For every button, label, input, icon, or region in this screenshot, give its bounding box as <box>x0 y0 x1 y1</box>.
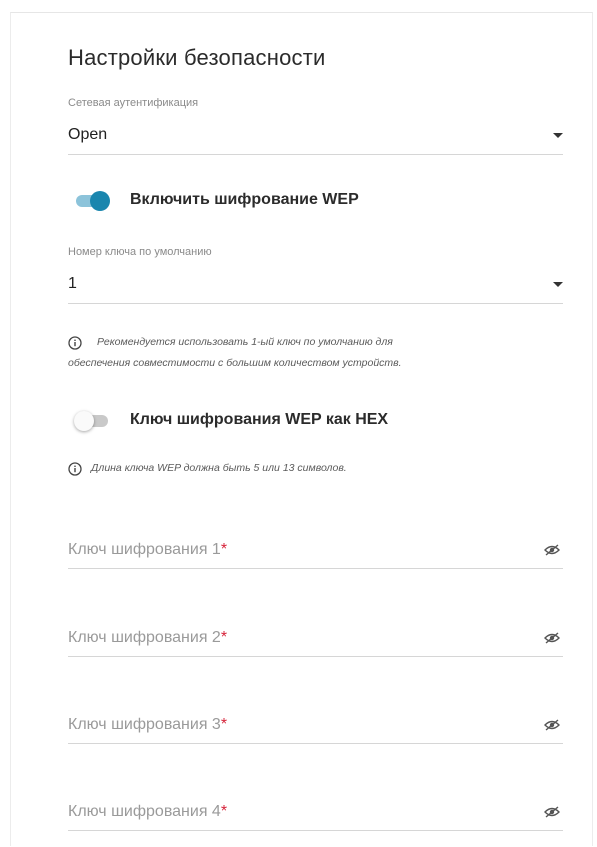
auth-select[interactable]: Сетевая аутентификация Open <box>68 97 563 157</box>
wep-key-1-field[interactable]: Ключ шифрования 1* <box>68 537 563 569</box>
wep-key-3-placeholder: Ключ шифрования 3* <box>68 716 228 733</box>
eye-off-icon[interactable] <box>544 544 560 556</box>
required-mark: * <box>220 716 228 733</box>
wep-key-3-field[interactable]: Ключ шифрования 3* <box>68 712 563 744</box>
toggle-knob <box>74 411 94 431</box>
security-settings-card: Настройки безопасности Сетевая аутентифи… <box>10 12 593 846</box>
wep-key-1-placeholder: Ключ шифрования 1* <box>68 541 228 558</box>
wep-key-2-placeholder: Ключ шифрования 2* <box>68 629 228 646</box>
key-length-note: Длина ключа WEP должна быть 5 или 13 сим… <box>91 462 347 474</box>
default-key-note-line2: обеспечения совместимости с большим коли… <box>68 357 402 369</box>
auth-select-underline <box>68 154 563 155</box>
default-key-underline <box>68 303 563 304</box>
eye-off-icon[interactable] <box>544 806 560 818</box>
eye-off-icon[interactable] <box>544 632 560 644</box>
wep-key-4-field[interactable]: Ключ шифрования 4* <box>68 799 563 831</box>
wep-hex-label: Ключ шифрования WEP как HEX <box>130 411 389 428</box>
auth-select-label: Сетевая аутентификация <box>68 97 199 109</box>
wep-key-4-placeholder: Ключ шифрования 4* <box>68 803 228 820</box>
wep-hex-toggle[interactable] <box>74 411 110 431</box>
caret-down-icon <box>553 133 563 138</box>
caret-down-icon <box>553 282 563 287</box>
info-icon <box>68 462 82 476</box>
info-icon <box>68 336 82 350</box>
eye-off-icon[interactable] <box>544 719 560 731</box>
required-mark: * <box>220 803 228 820</box>
required-mark: * <box>220 541 228 558</box>
wep-key-3-underline <box>68 743 563 744</box>
wep-key-1-underline <box>68 568 563 569</box>
wep-encryption-label: Включить шифрование WEP <box>130 191 359 208</box>
section-title: Настройки безопасности <box>68 45 326 70</box>
required-mark: * <box>220 629 228 646</box>
default-key-note-line1: Рекомендуется использовать 1-ый ключ по … <box>97 336 393 348</box>
toggle-knob <box>90 191 110 211</box>
wep-key-2-field[interactable]: Ключ шифрования 2* <box>68 625 563 657</box>
wep-key-4-underline <box>68 830 563 831</box>
default-key-select-label: Номер ключа по умолчанию <box>68 246 212 258</box>
default-key-select-value: 1 <box>68 275 77 292</box>
default-key-select[interactable]: Номер ключа по умолчанию 1 <box>68 246 563 306</box>
wep-key-2-underline <box>68 656 563 657</box>
auth-select-value: Open <box>68 126 108 143</box>
wep-encryption-toggle[interactable] <box>74 191 110 211</box>
